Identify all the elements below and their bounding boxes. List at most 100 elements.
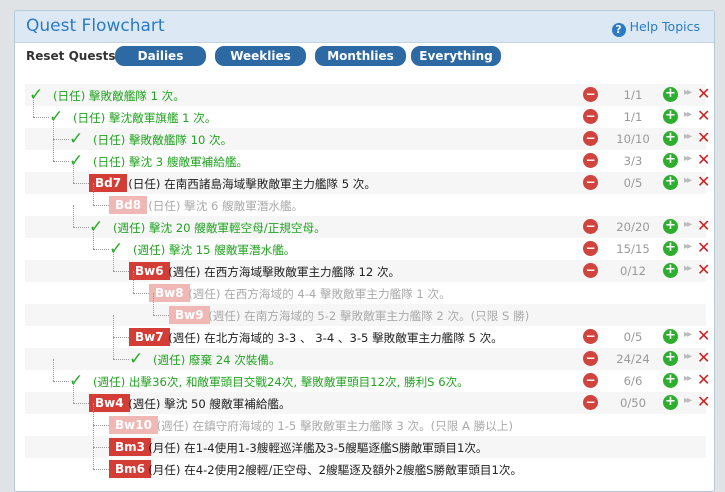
tree-connector-horizontal: [53, 381, 69, 382]
delete-icon[interactable]: ✕: [697, 84, 710, 103]
progress-count: 0/5: [623, 330, 643, 344]
delete-icon[interactable]: ✕: [697, 260, 710, 279]
quest-row: Bm3 (月任) 在1-4使用1-3艘輕巡洋艦及3-5艘驅逐艦S勝敵軍頭目1次。: [25, 425, 706, 458]
delete-icon[interactable]: ✕: [697, 150, 710, 169]
increment-icon[interactable]: +: [663, 263, 678, 278]
reset-dailies-button[interactable]: Dailies: [115, 46, 206, 66]
tree-connector-vertical: [73, 205, 74, 227]
fast-forward-icon[interactable]: ▸▸: [684, 395, 692, 406]
quest-tree: ✓ (日任) 擊敗敵艦隊 1 次。 − 1/1 + ▸▸ ✕ ✓ (日任) 擊沈敵軍旗艦 1 次…: [25, 84, 710, 480]
delete-icon[interactable]: ✕: [697, 326, 710, 345]
tree-connector-horizontal: [133, 293, 149, 294]
quest-description: (日任) 在南西諸島海域擊敗敵軍主力艦隊 5 次。: [128, 177, 376, 191]
tree-connector-horizontal: [33, 117, 49, 118]
tree-connector-vertical: [73, 381, 74, 403]
help-icon: ?: [611, 23, 626, 37]
fast-forward-icon[interactable]: ▸▸: [684, 153, 692, 164]
decrement-icon[interactable]: −: [583, 219, 598, 234]
increment-icon[interactable]: +: [663, 241, 678, 256]
help-topics-label: Help Topics: [629, 19, 700, 34]
tree-connector-vertical: [53, 117, 54, 139]
delete-icon[interactable]: ✕: [697, 370, 710, 389]
increment-icon[interactable]: +: [663, 219, 678, 234]
tree-connector-vertical: [73, 161, 74, 183]
reset-everything-button[interactable]: Everything: [411, 46, 501, 66]
reset-weeklies-button[interactable]: Weeklies: [215, 46, 306, 66]
quest-description: (週任) 廢棄 24 次裝備。: [153, 353, 281, 367]
increment-icon[interactable]: +: [663, 153, 678, 168]
increment-icon[interactable]: +: [663, 175, 678, 190]
quest-description: (日任) 擊敗敵艦隊 1 次。: [53, 89, 185, 103]
progress-count: 10/10: [616, 132, 650, 146]
decrement-icon[interactable]: −: [583, 109, 598, 124]
quest-code-badge: Bd8: [109, 196, 148, 214]
increment-icon[interactable]: +: [663, 373, 678, 388]
fast-forward-icon[interactable]: ▸▸: [684, 109, 692, 120]
delete-icon[interactable]: ✕: [697, 392, 710, 411]
quest-row: Bw6 (週任) 在西方海域擊敗敵軍主力艦隊 12 次。 − 0/12 + ▸▸ ✕: [25, 249, 710, 282]
check-icon: ✓: [69, 129, 84, 149]
check-icon: ✓: [29, 85, 44, 105]
increment-icon[interactable]: +: [663, 395, 678, 410]
quest-row: Bd7 (日任) 在南西諸島海域擊敗敵軍主力艦隊 5 次。 − 0/5 + ▸▸ ✕: [25, 161, 710, 194]
tree-connector-vertical: [133, 271, 134, 293]
quest-row: ✓ (週任) 擊沈 15 艘敵軍潛水艦。 − 15/15 + ▸▸ ✕: [25, 227, 710, 260]
delete-icon[interactable]: ✕: [697, 106, 710, 125]
tree-connector-horizontal: [93, 469, 109, 470]
decrement-icon[interactable]: −: [583, 87, 598, 102]
delete-icon[interactable]: ✕: [697, 216, 710, 235]
tree-connector-vertical: [93, 227, 94, 249]
tree-connector-vertical: [93, 447, 94, 469]
progress-count: 3/3: [623, 154, 643, 168]
decrement-icon[interactable]: −: [583, 153, 598, 168]
quest-code-badge: Bd7: [89, 174, 128, 192]
help-topics-link[interactable]: ? Help Topics: [611, 19, 700, 37]
fast-forward-icon[interactable]: ▸▸: [684, 241, 692, 252]
delete-icon[interactable]: ✕: [697, 348, 710, 367]
quest-code-badge: Bm3: [109, 438, 151, 456]
increment-icon[interactable]: +: [663, 87, 678, 102]
tree-connector-horizontal: [73, 403, 89, 404]
fast-forward-icon[interactable]: ▸▸: [684, 329, 692, 340]
tree-connector-vertical: [113, 249, 114, 271]
increment-icon[interactable]: +: [663, 351, 678, 366]
tree-connector-horizontal: [113, 359, 129, 360]
decrement-icon[interactable]: −: [583, 329, 598, 344]
fast-forward-icon[interactable]: ▸▸: [684, 131, 692, 142]
tree-connector-horizontal: [93, 425, 109, 426]
quest-description: (日任) 擊敗敵艦隊 10 次。: [93, 133, 233, 147]
quest-description: (週任) 在北方海域的 3-3 、 3-4 、3-5 擊敗敵軍主力艦隊 5 次。: [168, 331, 503, 345]
reset-monthlies-button[interactable]: Monthlies: [315, 46, 406, 66]
quest-row: ✓ (日任) 擊敗敵艦隊 10 次。 − 10/10 + ▸▸ ✕: [25, 117, 710, 150]
delete-icon[interactable]: ✕: [697, 238, 710, 257]
check-icon: ✓: [49, 107, 64, 127]
increment-icon[interactable]: +: [663, 109, 678, 124]
decrement-icon[interactable]: −: [583, 131, 598, 146]
delete-icon[interactable]: ✕: [697, 172, 710, 191]
increment-icon[interactable]: +: [663, 131, 678, 146]
fast-forward-icon[interactable]: ▸▸: [684, 373, 692, 384]
progress-count: 24/24: [616, 352, 650, 366]
fast-forward-icon[interactable]: ▸▸: [684, 219, 692, 230]
fast-forward-icon[interactable]: ▸▸: [684, 175, 692, 186]
decrement-icon[interactable]: −: [583, 175, 598, 190]
decrement-icon[interactable]: −: [583, 263, 598, 278]
fast-forward-icon[interactable]: ▸▸: [684, 263, 692, 274]
increment-icon[interactable]: +: [663, 329, 678, 344]
fast-forward-icon[interactable]: ▸▸: [684, 351, 692, 362]
tree-connector-vertical: [93, 183, 94, 205]
decrement-icon[interactable]: −: [583, 395, 598, 410]
quest-description: (週任) 在鎮守府海域的 1-5 擊敗敵軍主力艦隊 3 次。(只限 A 勝以上): [156, 419, 513, 433]
decrement-icon[interactable]: −: [583, 351, 598, 366]
quest-code-badge: Bw7: [129, 328, 170, 346]
quest-row: ✓ (日任) 擊沈敵軍旗艦 1 次。 − 1/1 + ▸▸ ✕: [25, 95, 710, 128]
check-icon: ✓: [89, 217, 104, 237]
quest-code-badge: Bw4: [89, 394, 130, 412]
delete-icon[interactable]: ✕: [697, 128, 710, 147]
decrement-icon[interactable]: −: [583, 373, 598, 388]
tree-connector-horizontal: [113, 337, 129, 338]
tree-connector-vertical: [93, 425, 94, 447]
fast-forward-icon[interactable]: ▸▸: [684, 87, 692, 98]
tree-connector-horizontal: [53, 161, 69, 162]
decrement-icon[interactable]: −: [583, 241, 598, 256]
